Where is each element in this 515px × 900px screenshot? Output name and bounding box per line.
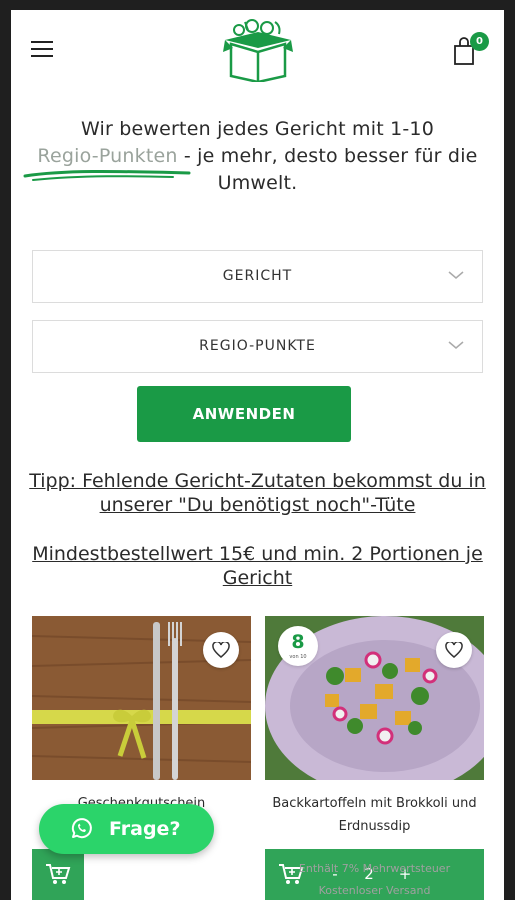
chevron-down-icon <box>448 341 464 349</box>
intro-text: Wir bewerten jedes Gericht mit 1-10 Regi… <box>21 116 494 197</box>
regio-points-highlight: Regio-Punkten <box>37 145 178 167</box>
regio-points-select[interactable]: REGIO-PUNKTE <box>32 320 483 373</box>
product-card[interactable]: Geschenkgutschein <box>32 616 251 900</box>
dish-select-label: GERICHT <box>222 268 293 284</box>
logo-box-icon[interactable] <box>219 18 297 82</box>
whatsapp-icon <box>71 818 92 839</box>
intro-line2: - je mehr, desto besser für die <box>177 145 478 167</box>
heart-icon <box>212 642 230 658</box>
question-label: Frage? <box>109 818 181 840</box>
chevron-down-icon <box>448 271 464 279</box>
product-card[interactable]: 8 von 10 - 2 + Backkartoffeln mit Brokko… <box>265 616 484 900</box>
regio-score-sub: von 10 <box>289 654 307 660</box>
product-title[interactable]: Backkartoffeln mit Brokkoli und Erdnussd… <box>265 792 484 838</box>
tip-link[interactable]: Tipp: Fehlende Gericht-Zutaten bekommst … <box>21 469 494 517</box>
regio-points-select-label: REGIO-PUNKTE <box>199 338 316 354</box>
wishlist-button[interactable] <box>203 632 239 668</box>
add-to-cart-icon[interactable] <box>45 862 71 886</box>
regio-score-value: 8 <box>291 631 305 653</box>
whatsapp-question-button[interactable]: Frage? <box>39 804 214 854</box>
app-screen: 0 Wir bewerten jedes Gericht mit 1-10 Re… <box>11 10 504 900</box>
cart-count-badge: 0 <box>470 32 489 51</box>
minimum-order-link[interactable]: Mindestbestellwert 15€ und min. 2 Portio… <box>21 542 494 590</box>
regio-score-badge: 8 von 10 <box>278 626 318 666</box>
hamburger-menu-icon[interactable] <box>31 41 53 59</box>
intro-line1: Wir bewerten jedes Gericht mit 1-10 <box>80 118 435 140</box>
product-tax-info: Enthält 7% Mehrwertsteuer Kostenloser Ve… <box>265 858 484 900</box>
heart-icon <box>445 642 463 658</box>
add-to-cart-bar <box>32 849 84 900</box>
wishlist-button[interactable] <box>436 632 472 668</box>
dish-select[interactable]: GERICHT <box>32 250 483 303</box>
tax-note: Enthält 7% Mehrwertsteuer <box>298 862 451 875</box>
intro-line3: Umwelt. <box>217 172 298 194</box>
shipping-note: Kostenloser Versand <box>318 884 431 897</box>
underline-squiggle <box>23 169 191 181</box>
apply-button[interactable]: ANWENDEN <box>137 386 351 442</box>
